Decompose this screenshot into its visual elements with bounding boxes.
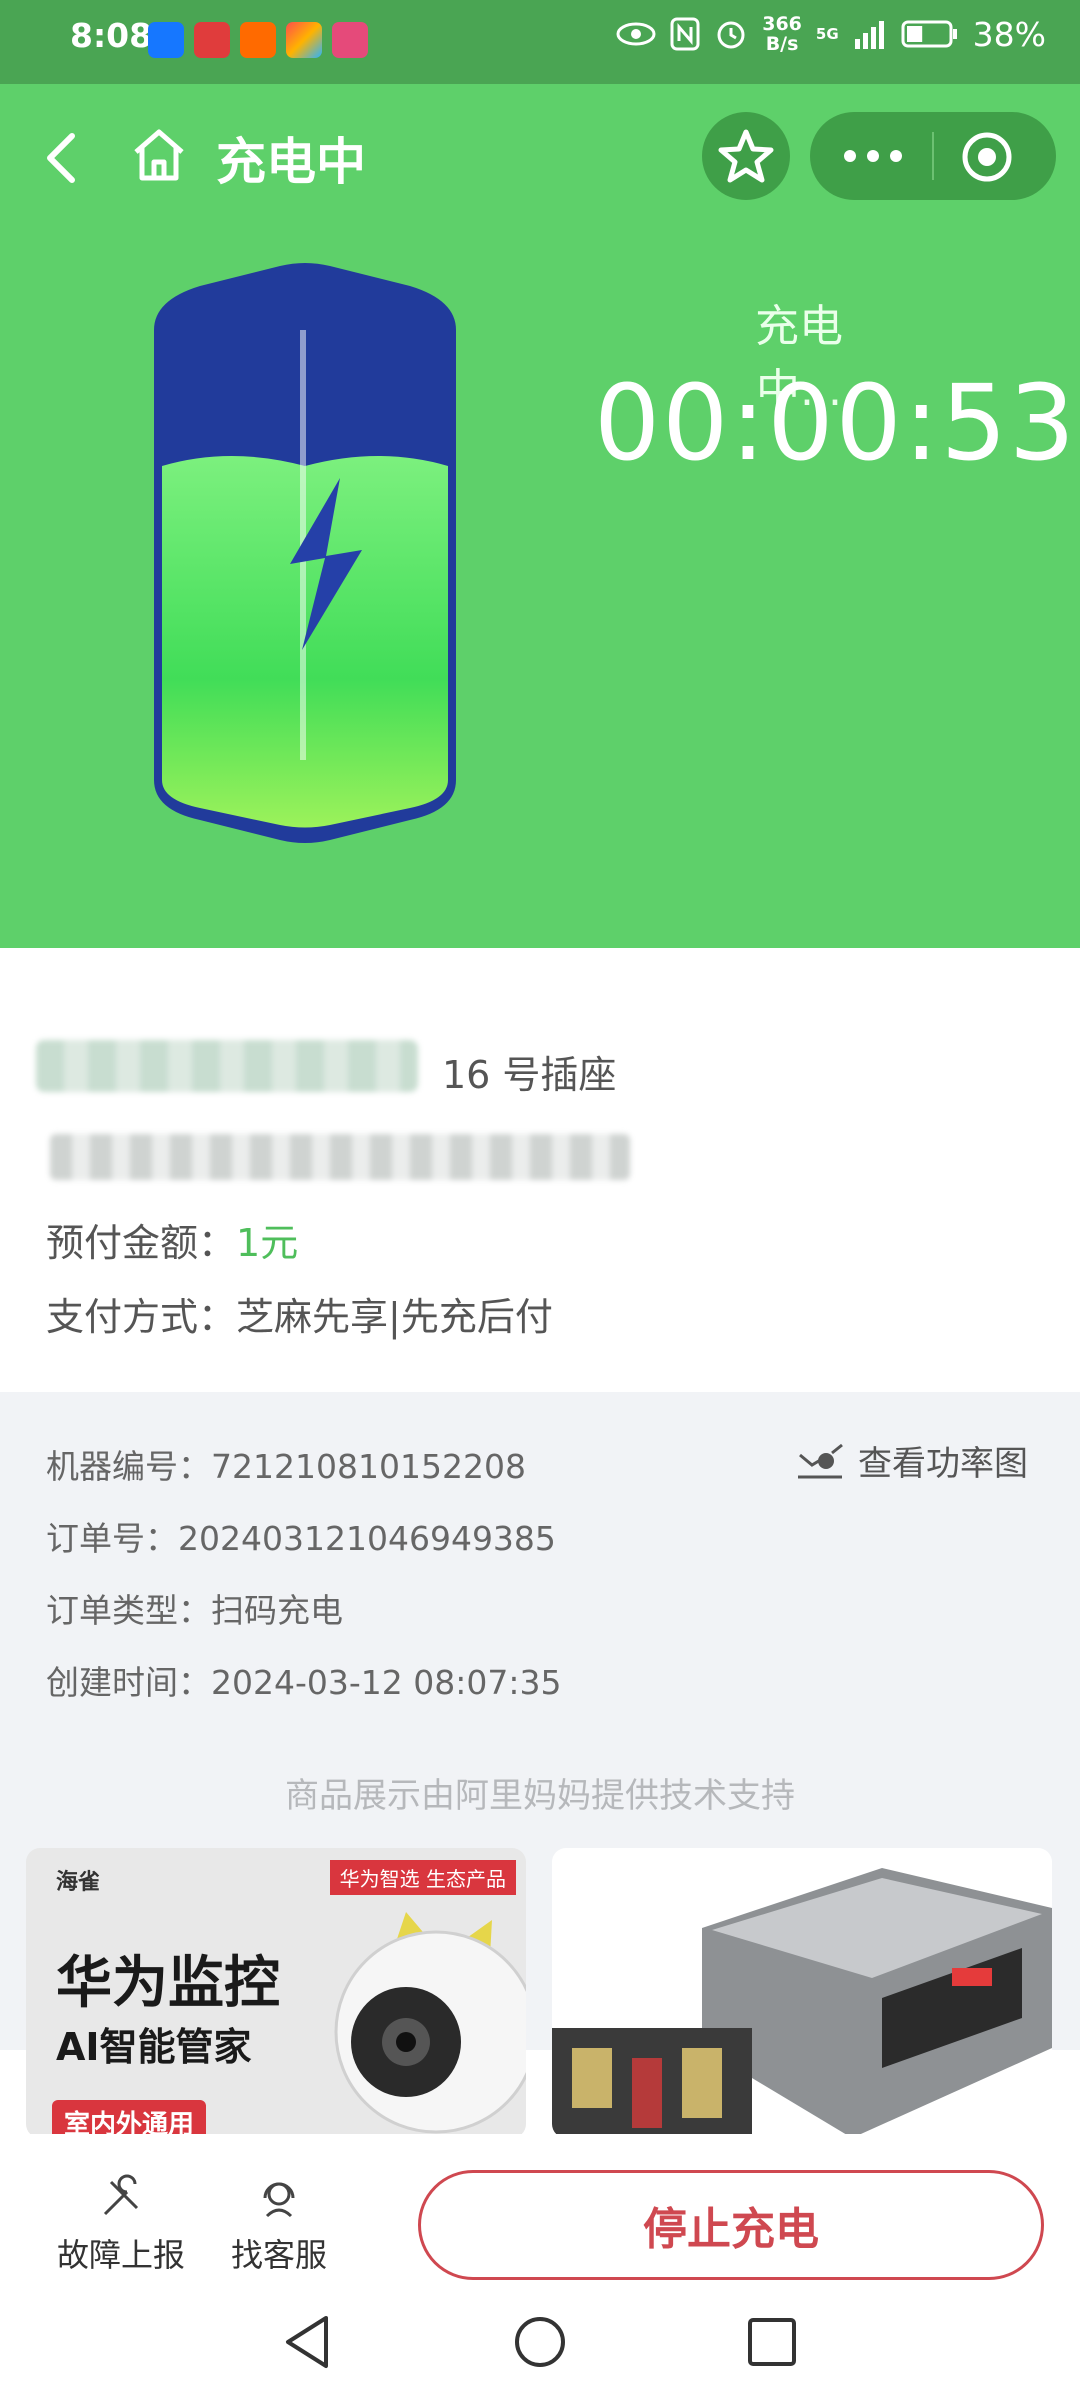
- nav-back-icon[interactable]: [282, 2314, 332, 2370]
- customer-service-button[interactable]: 找客服: [214, 2174, 344, 2276]
- app-heart-icon: [194, 22, 230, 58]
- order-no-label: 订单号：: [46, 1519, 178, 1558]
- payment-method: 芝麻先享|先充后付: [236, 1295, 553, 1339]
- notification-icons: [148, 22, 368, 58]
- water-heater-product-image: [552, 1868, 1052, 2138]
- camera-product-image: [334, 1912, 526, 2134]
- close-miniapp-icon[interactable]: [960, 130, 1014, 184]
- order-no: 20240312104694938​5: [178, 1519, 556, 1558]
- power-chart-label: 查看功率图: [858, 1444, 1028, 1484]
- charging-battery-illustration: [154, 263, 456, 843]
- charging-timer: 00:00:53: [594, 362, 1078, 484]
- order-type: 扫码充电: [211, 1591, 343, 1630]
- customer-service-label: 找客服: [230, 2236, 327, 2274]
- wrench-icon: [103, 2174, 139, 2216]
- order-info-section: 16 号插座 预付金额：1元 支付方式：芝麻先享|先充后付: [0, 948, 1080, 1392]
- alipay-icon: [148, 22, 184, 58]
- app-store-icon: [286, 22, 322, 58]
- eye-icon: [616, 22, 656, 46]
- ad-subline: AI智能管家: [56, 2025, 252, 2069]
- home-icon[interactable]: [130, 124, 188, 184]
- battery-icon: [901, 20, 957, 48]
- app-lala-icon: [332, 22, 368, 58]
- prepaid-label: 预付金额：: [46, 1221, 237, 1265]
- signal-label: 5G: [815, 25, 839, 43]
- report-fault-button[interactable]: 故障上报: [56, 2174, 186, 2276]
- nav-home-icon[interactable]: [512, 2314, 568, 2370]
- prepaid-amount: 1元: [236, 1221, 299, 1265]
- power-chart-icon: [798, 1443, 843, 1478]
- created-time-row: 创建时间：2024-03-12 08:07:35: [46, 1656, 561, 1704]
- socket-label: 16 号插座: [442, 1053, 617, 1097]
- address-redacted: [50, 1134, 630, 1180]
- top-nav: 充电中: [0, 84, 1080, 224]
- miniapp-capsule: [810, 112, 1056, 200]
- page-title: 充电中: [216, 133, 366, 191]
- prepaid-row: 预付金额：1元: [46, 1212, 298, 1267]
- created-time: 2024-03-12 08:07:35: [211, 1663, 562, 1702]
- star-icon: [718, 129, 774, 183]
- order-no-row: 订单号：20240312104694938​5: [46, 1512, 556, 1560]
- ad-card-camera[interactable]: 海雀 华为智选 生态产品 华为监控 AI智能管家 室内外通用: [26, 1848, 526, 2138]
- battery-percent: 38%: [972, 14, 1046, 54]
- favorite-button[interactable]: [702, 112, 790, 200]
- ad-credit: 商品展示由阿里妈妈提供技术支持: [285, 1776, 795, 1816]
- alarm-icon: [717, 21, 745, 49]
- station-name-redacted: [36, 1040, 418, 1092]
- headset-icon: [263, 2182, 295, 2218]
- report-fault-label: 故障上报: [56, 2236, 185, 2274]
- created-time-label: 创建时间：: [46, 1663, 211, 1702]
- ad-card-water-heater[interactable]: [552, 1848, 1052, 2138]
- bottom-action-bar: 故障上报 找客服 停止充电: [0, 2134, 1080, 2284]
- system-nav-bar: [0, 2284, 1080, 2400]
- stop-charging-button[interactable]: 停止充电: [418, 2170, 1044, 2280]
- order-type-row: 订单类型：扫码充电: [46, 1584, 343, 1632]
- net-speed: 366 B/s: [762, 13, 802, 55]
- status-time: 8:08: [70, 16, 153, 55]
- nav-recents-icon[interactable]: [746, 2316, 798, 2368]
- signal-icon: [854, 21, 884, 49]
- ad-footer: 室内外通用: [52, 2100, 207, 2138]
- ad-brand: 海雀: [56, 1870, 101, 1895]
- back-icon[interactable]: [38, 128, 82, 188]
- status-right: 366 B/s 5G 38%: [616, 14, 1046, 54]
- payment-row: 支付方式：芝麻先享|先充后付: [46, 1286, 553, 1341]
- taobao-icon: [240, 22, 276, 58]
- capsule-divider: [932, 132, 934, 180]
- machine-no-row: 机器编号：721210810152208: [46, 1440, 526, 1488]
- status-bar: 8:08 366 B/s 5G 38%: [0, 0, 1080, 84]
- nfc-icon: [670, 17, 700, 51]
- ad-tag: 华为智选 生态产品: [329, 1860, 516, 1895]
- machine-no: 721210810152208: [211, 1447, 526, 1486]
- ad-headline: 华为监控: [56, 1951, 280, 2016]
- payment-label: 支付方式：: [46, 1295, 237, 1339]
- machine-no-label: 机器编号：: [46, 1447, 211, 1486]
- order-type-label: 订单类型：: [46, 1591, 211, 1630]
- more-icon[interactable]: [840, 142, 906, 170]
- power-chart-link[interactable]: 查看功率图: [796, 1436, 1028, 1485]
- order-details-section: 机器编号：721210810152208 查看功率图 订单号：202403121…: [0, 1392, 1080, 2138]
